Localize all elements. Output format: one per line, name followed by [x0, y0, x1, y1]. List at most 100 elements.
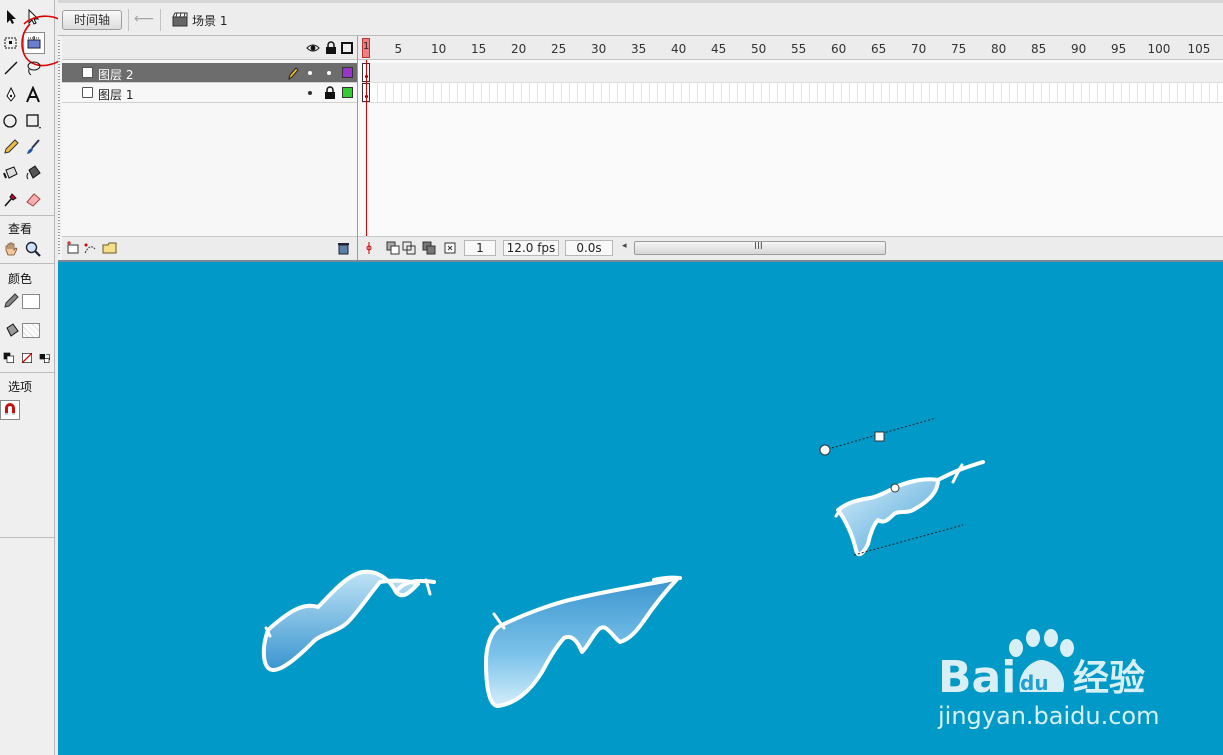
gradient-rotate-handle[interactable] [819, 444, 831, 456]
text-tool-icon[interactable] [22, 84, 44, 106]
ruler-tick-label: 40 [671, 42, 687, 56]
ruler-tick-label: 45 [711, 42, 727, 56]
eraser-tool-icon[interactable] [22, 188, 44, 210]
wave-shape-2[interactable] [484, 575, 682, 708]
playhead-line [366, 60, 367, 236]
color-controls [0, 347, 54, 369]
wave-shape-1[interactable] [261, 569, 436, 672]
stroke-color-swatch[interactable] [22, 294, 40, 309]
insert-folder-icon[interactable] [102, 241, 118, 255]
ruler-tick-label: 85 [1031, 42, 1047, 56]
line-tool-icon[interactable] [0, 57, 22, 79]
tools-panel: 查看 颜色 选项 [0, 0, 72, 755]
lock-dot[interactable] [327, 71, 331, 75]
ruler-tick-label: 90 [1071, 42, 1087, 56]
frames-pane: 1 5 10 15 20 25 30 35 40 45 50 55 60 65 70 75 80 85 90 95 1… [358, 36, 1223, 260]
ruler-tick-label: 25 [551, 42, 567, 56]
center-frame-icon[interactable] [362, 241, 376, 255]
modify-onion-markers-icon[interactable] [443, 241, 457, 255]
timeline-toggle-button[interactable]: 时间轴 [62, 10, 122, 30]
layer-row-1[interactable]: 图层 1 [62, 83, 357, 103]
oval-tool-icon[interactable] [0, 110, 22, 132]
current-frame-field[interactable]: 1 [464, 240, 496, 256]
elapsed-time-field: 0.0s [565, 240, 613, 256]
frame-row-layer-2[interactable] [362, 63, 1223, 83]
ruler-tick-label: 100 [1147, 42, 1171, 56]
pencil-tool-icon[interactable] [0, 136, 22, 158]
scroll-left-arrow-icon[interactable]: ◂ [622, 241, 627, 251]
swap-colors-icon[interactable] [39, 352, 51, 364]
ruler-tick-label: 35 [631, 42, 647, 56]
wave-shape-3-selected[interactable] [819, 417, 985, 557]
delete-layer-icon[interactable] [337, 241, 350, 255]
ink-bottle-tool-icon[interactable] [0, 162, 22, 184]
timeline-panel: 图层 2 图层 1 1 5 10 15 20 25 30 35 40 45 50 55 [58, 36, 1223, 260]
visibility-dot[interactable] [308, 71, 312, 75]
layers-header [62, 36, 357, 60]
gradient-center-handle[interactable] [890, 483, 900, 493]
frame-rate-field[interactable]: 12.0 fps [503, 240, 559, 256]
ruler-tick-label: 10 [431, 42, 447, 56]
edit-bar: 时间轴 ⟵ 场景 1 [58, 0, 1223, 36]
options-section-label: 选项 [7, 380, 32, 394]
outline-all-icon[interactable] [341, 42, 353, 54]
layer-outline-color[interactable] [342, 67, 353, 78]
lock-all-icon[interactable] [325, 41, 337, 54]
stage-drawing: Bai du 经验 jingyan.baidu.com [261, 417, 1159, 730]
layer-outline-color[interactable] [342, 87, 353, 98]
brush-tool-icon[interactable] [22, 136, 44, 158]
fill-color-swatch[interactable] [22, 323, 40, 338]
ruler-tick-label: 50 [751, 42, 767, 56]
watermark-url: jingyan.baidu.com [937, 702, 1159, 730]
ruler-tick-label: 5 [394, 42, 403, 56]
eyedropper-tool-icon[interactable] [0, 188, 22, 210]
black-white-icon[interactable] [3, 352, 15, 364]
timeline-scrollbar-thumb[interactable]: III [634, 241, 886, 255]
ruler-tick-label: 75 [951, 42, 967, 56]
panel-gripper[interactable] [58, 40, 60, 256]
svg-text:经验: 经验 [1073, 658, 1145, 699]
layers-footer [62, 236, 357, 260]
baidu-jingyan-watermark: Bai du 经验 jingyan.baidu.com [937, 629, 1159, 730]
frame-ruler[interactable]: 1 5 10 15 20 25 30 35 40 45 50 55 60 65 70 75 80 85 90 95 1… [358, 36, 1223, 60]
back-arrow-icon[interactable]: ⟵ [134, 11, 154, 27]
frame-row-layer-1[interactable] [362, 83, 1223, 103]
stroke-color-pencil-icon [0, 290, 22, 312]
baidu-brand-text: Bai [938, 652, 1016, 703]
ruler-tick-label: 65 [871, 42, 887, 56]
fill-color-bucket-icon [0, 320, 22, 342]
snap-magnet-icon[interactable] [0, 400, 20, 420]
ruler-tick-label: 60 [831, 42, 847, 56]
svg-text:du: du [1020, 671, 1049, 695]
onion-skin-outlines-icon[interactable] [402, 241, 416, 255]
show-hide-eye-icon[interactable] [306, 42, 320, 54]
scene-name[interactable]: 场景 1 [192, 12, 227, 29]
hand-tool-icon[interactable] [0, 238, 22, 260]
visibility-dot[interactable] [308, 91, 312, 95]
paint-bucket-tool-icon[interactable] [22, 162, 44, 184]
ruler-tick-label: 95 [1111, 42, 1127, 56]
layer-row-2[interactable]: 图层 2 [62, 63, 357, 83]
edit-multiple-frames-icon[interactable] [422, 241, 436, 255]
ruler-tick-label: 105 [1187, 42, 1211, 56]
no-color-icon[interactable] [21, 352, 33, 364]
lasso-tool-icon[interactable] [22, 57, 44, 79]
zoom-tool-icon[interactable] [22, 238, 44, 260]
onion-skin-icon[interactable] [386, 241, 400, 255]
ruler-tick-label: 15 [471, 42, 487, 56]
timeline-status-bar: 1 12.0 fps 0.0s ◂ III [358, 236, 1223, 260]
add-motion-guide-icon[interactable] [83, 241, 97, 255]
layer-locked-icon[interactable] [324, 86, 336, 99]
ruler-tick-label: 55 [791, 42, 807, 56]
scene-clapper-icon [172, 12, 188, 27]
pen-tool-icon[interactable] [0, 84, 22, 106]
gradient-width-handle[interactable] [874, 431, 885, 442]
playhead-frame-number: 1 [363, 41, 370, 52]
ruler-tick-label: 30 [591, 42, 607, 56]
layer-name[interactable]: 图层 2 [98, 66, 133, 83]
rectangle-tool-icon[interactable] [22, 110, 44, 132]
stage-canvas[interactable]: Bai du 经验 jingyan.baidu.com [58, 260, 1223, 755]
playhead-marker[interactable]: 1 [362, 38, 370, 58]
layer-name[interactable]: 图层 1 [98, 86, 133, 103]
insert-layer-icon[interactable] [66, 241, 80, 255]
